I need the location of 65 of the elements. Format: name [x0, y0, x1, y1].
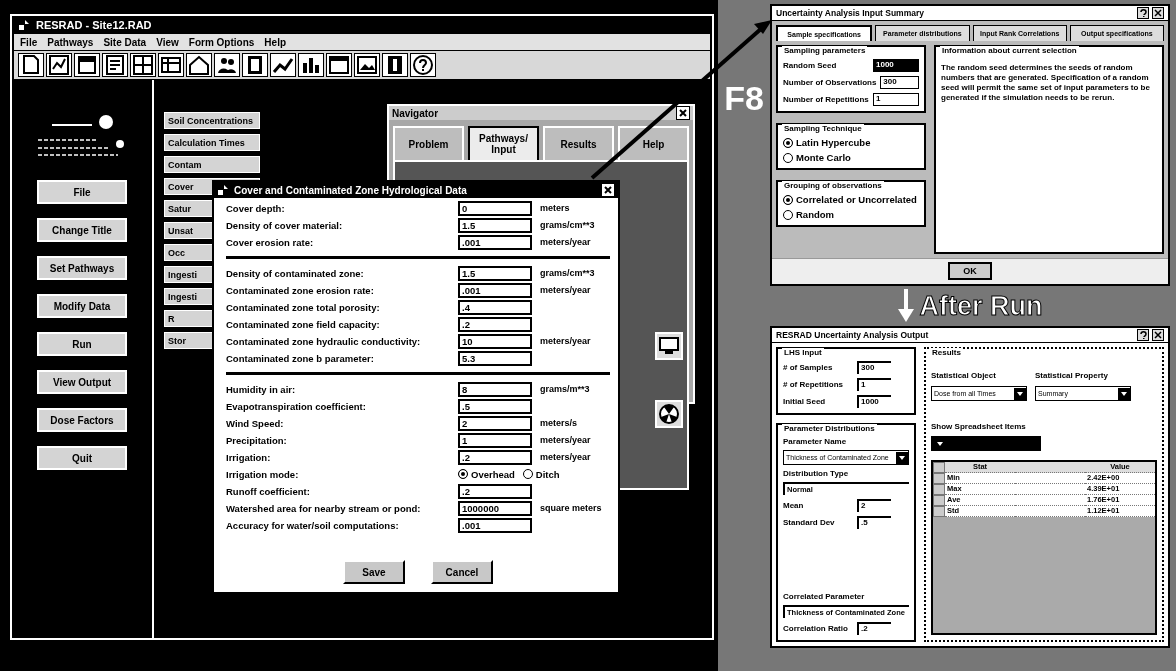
field-label: Irrigation: [226, 451, 272, 463]
field-label: Density of cover material: [226, 219, 344, 231]
field-label: Contaminated zone total porosity: [226, 301, 381, 313]
field-label: Correlation Ratio [783, 624, 849, 633]
radio-label: Monte Carlo [796, 152, 851, 163]
field-label: # of Repetitions [783, 380, 844, 389]
unit-label: meters/year [540, 452, 591, 462]
unit-label: meters/s [540, 418, 578, 428]
field-label: Contaminated zone b parameter: [226, 352, 375, 364]
field-label: Standard Dev [783, 518, 836, 527]
field-label: Contaminated zone erosion rate: [226, 284, 375, 296]
group-title: Results [930, 348, 963, 357]
radio-label: Latin Hypercube [796, 137, 871, 148]
shortcut-label: F8 [724, 78, 764, 118]
field-label: Humidity in air: [226, 383, 297, 395]
window-title: RESRAD - Site12.RAD [36, 19, 152, 31]
field-label: Number of Repetitions [783, 95, 869, 104]
field-label: Show Spreadsheet Items [931, 422, 1027, 431]
field-label: Evapotranspiration coefficient: [226, 400, 367, 412]
field-label: Irrigation mode: [226, 468, 300, 480]
unit-label: grams/cm**3 [540, 220, 595, 230]
unit-label: meters [540, 203, 570, 213]
group-title: Grouping of observations [782, 181, 884, 190]
field-label: # of Samples [783, 363, 834, 372]
after-run-label: After Run [919, 290, 1043, 322]
group-title: Information about current selection [940, 46, 1079, 55]
field-label: Mean [783, 501, 805, 510]
group-title: Sampling parameters [782, 46, 868, 55]
unit-label: meters/year [540, 435, 591, 445]
field-label: Random Seed [783, 61, 837, 70]
unit-label: meters/year [540, 336, 591, 346]
field-label: Distribution Type [783, 469, 850, 478]
info-text: The random seed determines the seeds of random numbers that are generated. Specification of a random seed will permit the same set of input parameters to be generated if the simulation needs to be rerun. [941, 63, 1151, 103]
unit-label: meters/year [540, 237, 591, 247]
group-title: Parameter Distributions [782, 424, 877, 433]
dialog-title: Cover and Contaminated Zone Hydrological Data [234, 184, 468, 196]
group-title: LHS Input [782, 348, 824, 357]
field-label: Contaminated zone hydraulic conductivity: [226, 335, 422, 347]
field-label: Correlated Parameter [783, 592, 866, 601]
radio-label: Overhead [471, 468, 515, 480]
field-label: Statistical Object [931, 371, 997, 380]
field-label: Number of Observations [783, 78, 877, 87]
field-label: Initial Seed [783, 397, 827, 406]
group-title: Sampling Technique [782, 124, 864, 133]
field-label: Runoff coefficient: [226, 485, 311, 497]
unit-label: square meters [540, 503, 602, 513]
radio-label: Ditch [535, 468, 560, 480]
radio-label: Random [796, 209, 834, 220]
window-title: Uncertainty Analysis Input Summary [776, 8, 925, 18]
field-label: Parameter Name [783, 437, 848, 446]
field-label: Precipitation: [226, 434, 288, 446]
unit-label: grams/cm**3 [540, 268, 595, 278]
window-title: RESRAD Uncertainty Analysis Output [776, 330, 930, 340]
radio-label: Correlated or Uncorrelated [796, 194, 917, 205]
field-label: Accuracy for water/soil computations: [226, 519, 400, 531]
field-label: Wind Speed: [226, 417, 285, 429]
field-label: Contaminated zone field capacity: [226, 318, 381, 330]
unit-label: meters/year [540, 285, 591, 295]
window-title: Navigator [392, 107, 439, 119]
field-label: Cover depth: [226, 202, 286, 214]
field-label: Density of contaminated zone: [226, 267, 365, 279]
field-label: Cover erosion rate: [226, 236, 315, 248]
field-label: Statistical Property [1035, 371, 1109, 380]
field-label: Watershed area for nearby stream or pond: [226, 502, 422, 514]
unit-label: grams/m**3 [540, 384, 590, 394]
